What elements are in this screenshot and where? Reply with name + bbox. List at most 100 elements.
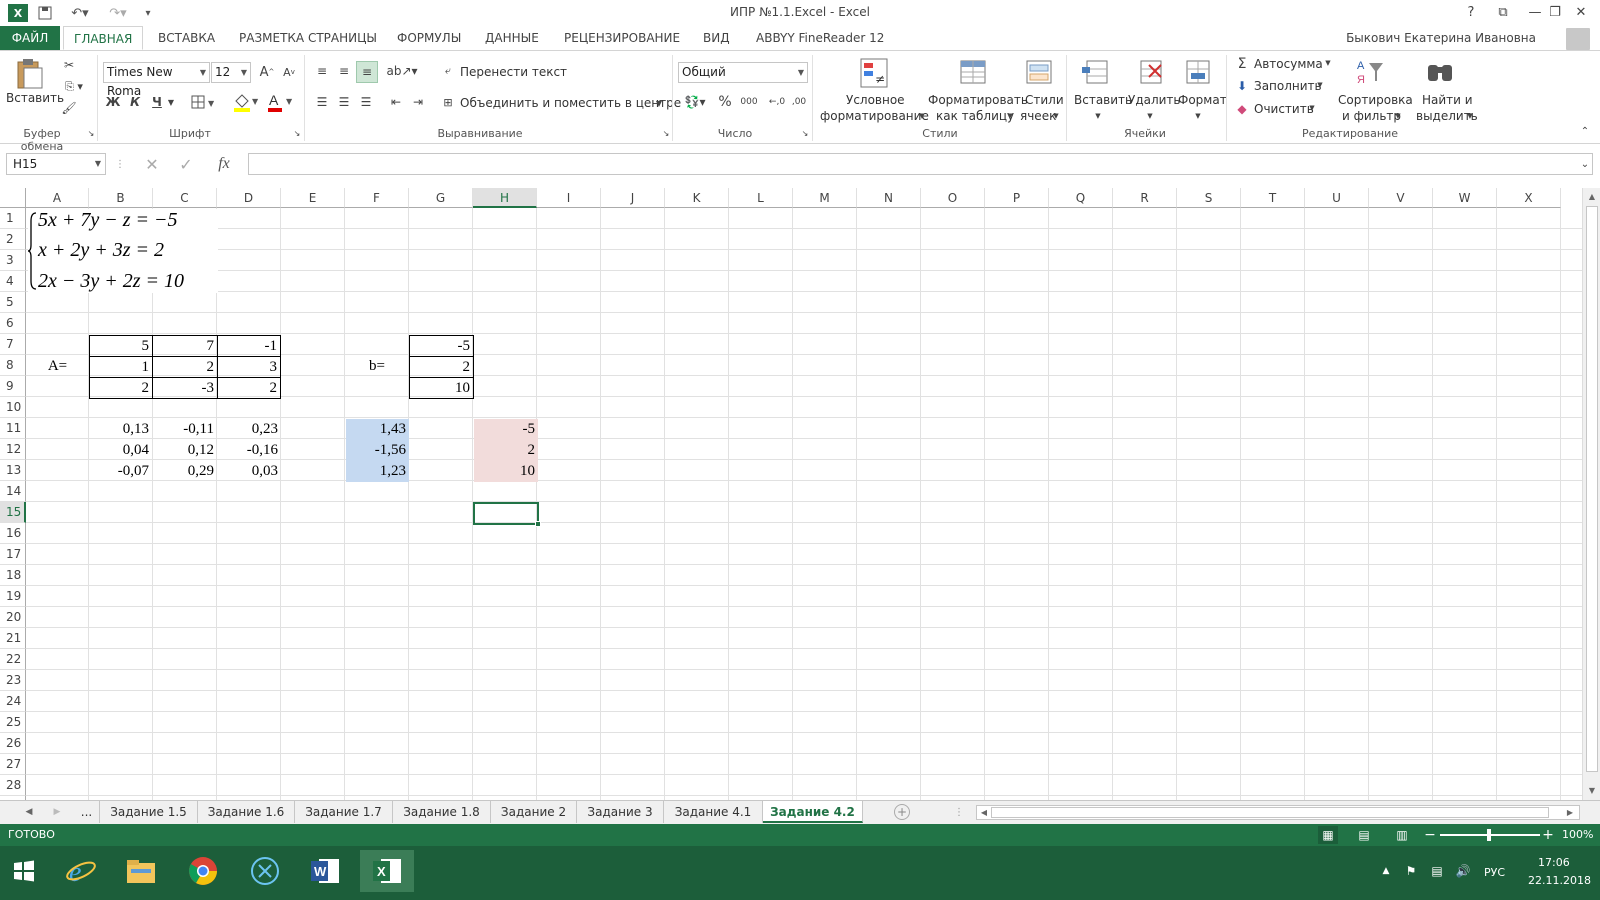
avatar[interactable] <box>1566 28 1590 50</box>
matrix-a-cell[interactable]: 1 <box>89 356 153 378</box>
clear-button[interactable]: Очистить <box>1254 102 1314 116</box>
column-header[interactable]: S <box>1177 188 1241 208</box>
solution-cell[interactable]: -1,56 <box>346 440 409 461</box>
row-header[interactable]: 28 <box>0 775 26 796</box>
merge-center-button[interactable]: Объединить и поместить в центре <box>460 96 681 110</box>
chevron-down-icon[interactable]: ▼ <box>654 96 664 110</box>
tab-data[interactable]: ДАННЫЕ <box>475 26 549 50</box>
scroll-up-icon[interactable]: ▲ <box>1586 190 1598 202</box>
sheet-tab[interactable]: Задание 4.1 <box>664 801 763 823</box>
autosum-icon[interactable]: Σ <box>1234 56 1250 72</box>
sheet-tab[interactable]: Задание 2 <box>491 801 577 823</box>
clock-date[interactable]: 22.11.2018 <box>1528 874 1591 887</box>
matrix-a-cell[interactable]: 2 <box>152 356 218 378</box>
fill-color-icon[interactable]: ▼ <box>232 91 260 113</box>
cancel-entry-icon[interactable]: ✕ <box>142 154 162 174</box>
sheet-tab-active[interactable]: Задание 4.2 <box>763 801 863 823</box>
column-header[interactable]: D <box>217 188 281 208</box>
row-header[interactable]: 5 <box>0 292 26 313</box>
clock-time[interactable]: 17:06 <box>1538 856 1570 869</box>
zoom-in-icon[interactable]: + <box>1542 827 1554 843</box>
label-vector-b[interactable]: b= <box>345 356 409 377</box>
number-launcher-icon[interactable]: ↘ <box>800 128 810 138</box>
fill-button[interactable]: Заполнить <box>1254 79 1322 93</box>
scroll-right-icon[interactable]: ▶ <box>1565 807 1575 818</box>
paste-icon[interactable] <box>12 57 46 91</box>
format-as-table-icon[interactable] <box>958 56 990 90</box>
row-header[interactable]: 15 <box>0 502 26 523</box>
page-break-view-icon[interactable]: ▥ <box>1392 826 1412 844</box>
row-header[interactable]: 27 <box>0 754 26 775</box>
chevron-down-icon[interactable]: ▼ <box>166 93 176 111</box>
column-header[interactable]: M <box>793 188 857 208</box>
format-cells-button[interactable]: Формат <box>1178 93 1227 107</box>
tab-page-layout[interactable]: РАЗМЕТКА СТРАНИЦЫ <box>229 26 387 50</box>
tab-abbyy[interactable]: ABBYY FineReader 12 <box>746 26 894 50</box>
formula-input[interactable] <box>248 153 1593 175</box>
equation-object[interactable]: 5x + 7y − z = −5 x + 2y + 3z = 2 2x − 3y… <box>28 209 218 293</box>
row-header[interactable]: 9 <box>0 376 26 397</box>
horizontal-scrollbar[interactable]: ◀ ▶ <box>976 805 1580 820</box>
conditional-formatting-line1[interactable]: Условное <box>846 93 905 107</box>
column-header[interactable]: W <box>1433 188 1497 208</box>
percent-button[interactable]: % <box>716 93 734 111</box>
column-header[interactable]: V <box>1369 188 1433 208</box>
matrix-a-cell[interactable]: 2 <box>217 377 281 399</box>
column-header[interactable]: X <box>1497 188 1561 208</box>
row-header[interactable]: 6 <box>0 313 26 334</box>
sort-filter-line1[interactable]: Сортировка <box>1338 93 1413 107</box>
cell-styles-line2[interactable]: ячеек <box>1020 109 1056 123</box>
row-header[interactable]: 19 <box>0 586 26 607</box>
inverse-cell[interactable]: -0,16 <box>218 440 281 461</box>
autosum-button[interactable]: Автосумма <box>1254 57 1323 71</box>
matrix-a-cell[interactable]: -1 <box>217 335 281 357</box>
scroll-left-icon[interactable]: ◀ <box>979 807 989 818</box>
internet-explorer-icon[interactable]: e <box>54 850 108 892</box>
align-top-icon[interactable]: ≡ <box>312 61 332 81</box>
shrink-font-icon[interactable]: Av <box>280 63 298 81</box>
sheet-tab[interactable]: Задание 1.6 <box>198 801 295 823</box>
row-header[interactable]: 23 <box>0 670 26 691</box>
format-painter-icon[interactable]: 🖌 <box>60 99 78 117</box>
inverse-cell[interactable]: -0,11 <box>153 419 217 440</box>
matrix-a-cell[interactable]: 5 <box>89 335 153 357</box>
insert-cells-button[interactable]: Вставить <box>1074 93 1132 107</box>
italic-button[interactable]: К <box>126 93 144 111</box>
format-as-table-line2[interactable]: как таблицу <box>936 109 1014 123</box>
inverse-cell[interactable]: -0,07 <box>89 461 152 482</box>
column-header[interactable]: L <box>729 188 793 208</box>
word-icon[interactable]: W <box>298 850 352 892</box>
sheet-tab-more[interactable]: ... <box>74 801 100 823</box>
inverse-cell[interactable]: 0,04 <box>89 440 152 461</box>
increase-indent-icon[interactable]: ⇥ <box>408 92 428 112</box>
column-header[interactable]: H <box>473 188 537 208</box>
sheet-tab[interactable]: Задание 3 <box>577 801 664 823</box>
sort-filter-icon[interactable]: AЯ <box>1354 56 1386 90</box>
row-header[interactable]: 14 <box>0 481 26 502</box>
label-matrix-a[interactable]: A= <box>26 356 89 377</box>
thousands-separator-button[interactable]: 000 <box>738 93 760 111</box>
matrix-a-cell[interactable]: 3 <box>217 356 281 378</box>
scroll-down-icon[interactable]: ▼ <box>1586 784 1598 796</box>
column-header[interactable]: A <box>26 188 89 208</box>
align-bottom-icon[interactable]: ≡ <box>356 61 378 83</box>
cell-styles-icon[interactable] <box>1024 56 1056 90</box>
zoom-level[interactable]: 100% <box>1562 828 1593 841</box>
row-header[interactable]: 7 <box>0 334 26 355</box>
chrome-icon[interactable] <box>176 850 230 892</box>
column-header[interactable]: F <box>345 188 409 208</box>
volume-icon[interactable]: 🔊 <box>1454 862 1472 880</box>
column-header[interactable]: G <box>409 188 473 208</box>
collapse-ribbon-icon[interactable]: ⌃ <box>1578 125 1592 137</box>
sort-filter-line2[interactable]: и фильтр <box>1342 109 1401 123</box>
row-header[interactable]: 2 <box>0 229 26 250</box>
column-header[interactable]: I <box>537 188 601 208</box>
find-select-icon[interactable] <box>1424 56 1456 90</box>
vertical-scrollbar[interactable]: ▲ ▼ <box>1582 188 1600 800</box>
tray-expand-icon[interactable]: ▲ <box>1380 864 1392 878</box>
sheet-tab[interactable]: Задание 1.7 <box>295 801 393 823</box>
row-header[interactable]: 24 <box>0 691 26 712</box>
currency-format-icon[interactable]: 💱▾ <box>680 93 710 111</box>
solution-cell[interactable]: 1,43 <box>346 419 409 440</box>
fill-icon[interactable]: ⬇ <box>1234 78 1250 94</box>
